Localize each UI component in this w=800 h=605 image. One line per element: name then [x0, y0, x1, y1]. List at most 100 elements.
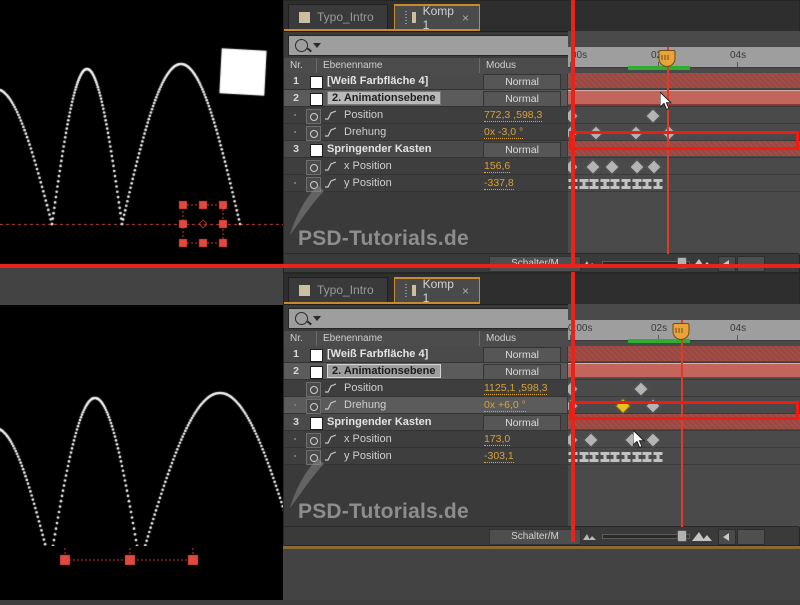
- layer-mode[interactable]: Normal: [483, 142, 561, 158]
- layer-name[interactable]: Springender Kasten: [327, 416, 432, 428]
- timeline-row-position[interactable]: [568, 380, 800, 397]
- graph-editor-toggle-bottom[interactable]: [718, 529, 736, 545]
- hold-keyframe[interactable]: [600, 179, 610, 189]
- tab-komp-1-bottom[interactable]: Komp 1 ×: [394, 277, 480, 305]
- keyframe[interactable]: [645, 432, 661, 448]
- property-value[interactable]: -303,1: [484, 450, 514, 463]
- keyframe[interactable]: [646, 159, 662, 175]
- zoom-slider-knob-bottom[interactable]: [677, 530, 687, 542]
- keyframe[interactable]: [628, 159, 645, 175]
- layer-name[interactable]: [Weiß Farbfläche 4]: [327, 348, 428, 360]
- keyframe[interactable]: [585, 159, 601, 175]
- graph-editor-icon[interactable]: [324, 383, 337, 394]
- layer-row-2-top[interactable]: 2 2. Animationsebene Normal: [284, 90, 567, 107]
- timeline-row-y-position[interactable]: [568, 175, 800, 192]
- hold-keyframe[interactable]: [600, 452, 610, 462]
- keyframe[interactable]: [633, 381, 649, 397]
- timeline-row-2-animationsebene[interactable]: [568, 90, 800, 107]
- layer-row-3-top[interactable]: 3 Springender Kasten Normal: [284, 141, 567, 158]
- hold-keyframe[interactable]: [579, 452, 589, 462]
- timeline-row--wei-farbfl-che-4-[interactable]: [568, 339, 800, 363]
- keyframe[interactable]: [604, 159, 620, 175]
- layer-name[interactable]: Springender Kasten: [327, 143, 432, 155]
- property-value[interactable]: 1125,1 ,598,3: [484, 382, 548, 395]
- current-time-indicator-head-bottom[interactable]: [672, 323, 690, 340]
- graph-editor-icon[interactable]: [324, 161, 337, 172]
- hold-keyframe[interactable]: [632, 452, 642, 462]
- tab-typo-intro-bottom[interactable]: Typo_Intro: [288, 277, 388, 303]
- graph-editor-icon[interactable]: [324, 110, 337, 121]
- hold-keyframe[interactable]: [610, 179, 620, 189]
- tab-typo-intro-top[interactable]: Typo_Intro: [288, 4, 388, 30]
- composition-viewer-top[interactable]: [0, 0, 283, 266]
- stopwatch-icon[interactable]: [306, 126, 321, 141]
- layer-duration-bar[interactable]: [568, 346, 800, 361]
- keyframe[interactable]: [583, 432, 599, 448]
- chevron-down-icon[interactable]: [313, 316, 321, 321]
- hold-keyframe[interactable]: [621, 452, 631, 462]
- graph-editor-icon[interactable]: [324, 400, 337, 411]
- timeline-row--wei-farbfl-che-4-[interactable]: [568, 66, 800, 90]
- keyframe[interactable]: [645, 108, 661, 124]
- layer-name[interactable]: [Weiß Farbfläche 4]: [327, 75, 428, 87]
- layer-mode[interactable]: Normal: [483, 347, 561, 363]
- layer-row-1-bottom[interactable]: 1 [Weiß Farbfläche 4] Normal: [284, 346, 567, 363]
- property-value[interactable]: 173,0: [484, 433, 511, 446]
- hold-keyframe[interactable]: [653, 452, 663, 462]
- stopwatch-icon[interactable]: [306, 160, 321, 175]
- layer-mode[interactable]: Normal: [483, 364, 561, 380]
- hold-keyframe[interactable]: [589, 179, 599, 189]
- current-time-indicator-bottom[interactable]: [681, 320, 683, 527]
- layer-color-chip-icon[interactable]: [310, 144, 323, 157]
- timeline-row-2-animationsebene[interactable]: [568, 363, 800, 380]
- hold-keyframe[interactable]: [653, 179, 663, 189]
- property-row-position-bottom[interactable]: Position 1125,1 ,598,3: [284, 380, 567, 397]
- timeline-row-position[interactable]: [568, 107, 800, 124]
- timeline-row-y-position[interactable]: [568, 448, 800, 465]
- layer-name[interactable]: 2. Animationsebene: [327, 364, 441, 378]
- property-value[interactable]: -337,8: [484, 177, 514, 190]
- hold-keyframe[interactable]: [610, 452, 620, 462]
- current-time-indicator-top[interactable]: [667, 47, 669, 254]
- property-row-drehung-top[interactable]: Drehung 0x -3,0 °: [284, 124, 567, 141]
- hold-keyframe[interactable]: [589, 452, 599, 462]
- property-row-xposition-top[interactable]: x Position 156,6: [284, 158, 567, 175]
- graph-editor-icon[interactable]: [324, 434, 337, 445]
- property-row-xposition-bottom[interactable]: x Position 173,0: [284, 431, 567, 448]
- layer-duration-bar[interactable]: [568, 363, 800, 378]
- tab-komp-1-top[interactable]: Komp 1 ×: [394, 4, 480, 32]
- layer-mode[interactable]: Normal: [483, 74, 561, 90]
- large-mountain-icon[interactable]: [692, 531, 712, 541]
- stopwatch-icon[interactable]: [306, 382, 321, 397]
- hold-keyframe[interactable]: [642, 179, 652, 189]
- hold-keyframe[interactable]: [621, 179, 631, 189]
- layer-color-chip-icon[interactable]: [310, 93, 323, 106]
- current-time-indicator-head-top[interactable]: [658, 50, 676, 67]
- layer-row-2-bottom[interactable]: 2 2. Animationsebene Normal: [284, 363, 567, 380]
- property-value[interactable]: 156,6: [484, 160, 511, 173]
- layer-row-1-top[interactable]: 1 [Weiß Farbfläche 4] Normal: [284, 73, 567, 90]
- hold-keyframe[interactable]: [642, 452, 652, 462]
- layer-mode[interactable]: Normal: [483, 415, 561, 431]
- motion-blur-button-bottom[interactable]: [737, 529, 765, 545]
- property-value[interactable]: 772,3 ,598,3: [484, 109, 543, 122]
- time-ruler-top[interactable]: 00s 02s 04s: [568, 47, 800, 68]
- timeline-row-x-position[interactable]: [568, 158, 800, 175]
- tab-close-icon[interactable]: ×: [462, 11, 469, 25]
- layer-mode[interactable]: Normal: [483, 91, 561, 107]
- graph-editor-icon[interactable]: [324, 127, 337, 138]
- layer-color-chip-icon[interactable]: [310, 76, 323, 89]
- property-row-drehung-bottom[interactable]: Drehung 0x +6,0 °: [284, 397, 567, 414]
- layer-color-chip-icon[interactable]: [310, 417, 323, 430]
- property-value[interactable]: 0x +6,0 °: [484, 399, 526, 412]
- tab-close-icon[interactable]: ×: [462, 284, 469, 298]
- property-value[interactable]: 0x -3,0 °: [484, 126, 524, 139]
- layer-duration-bar[interactable]: [568, 90, 800, 105]
- stopwatch-icon[interactable]: [306, 433, 321, 448]
- switches-modes-button-bottom[interactable]: Schalter/M: [489, 529, 581, 545]
- layer-row-3-bottom[interactable]: 3 Springender Kasten Normal: [284, 414, 567, 431]
- timeline-row-x-position[interactable]: [568, 431, 800, 448]
- layer-color-chip-icon[interactable]: [310, 349, 323, 362]
- search-input-top[interactable]: [288, 35, 572, 56]
- stopwatch-icon[interactable]: [306, 109, 321, 124]
